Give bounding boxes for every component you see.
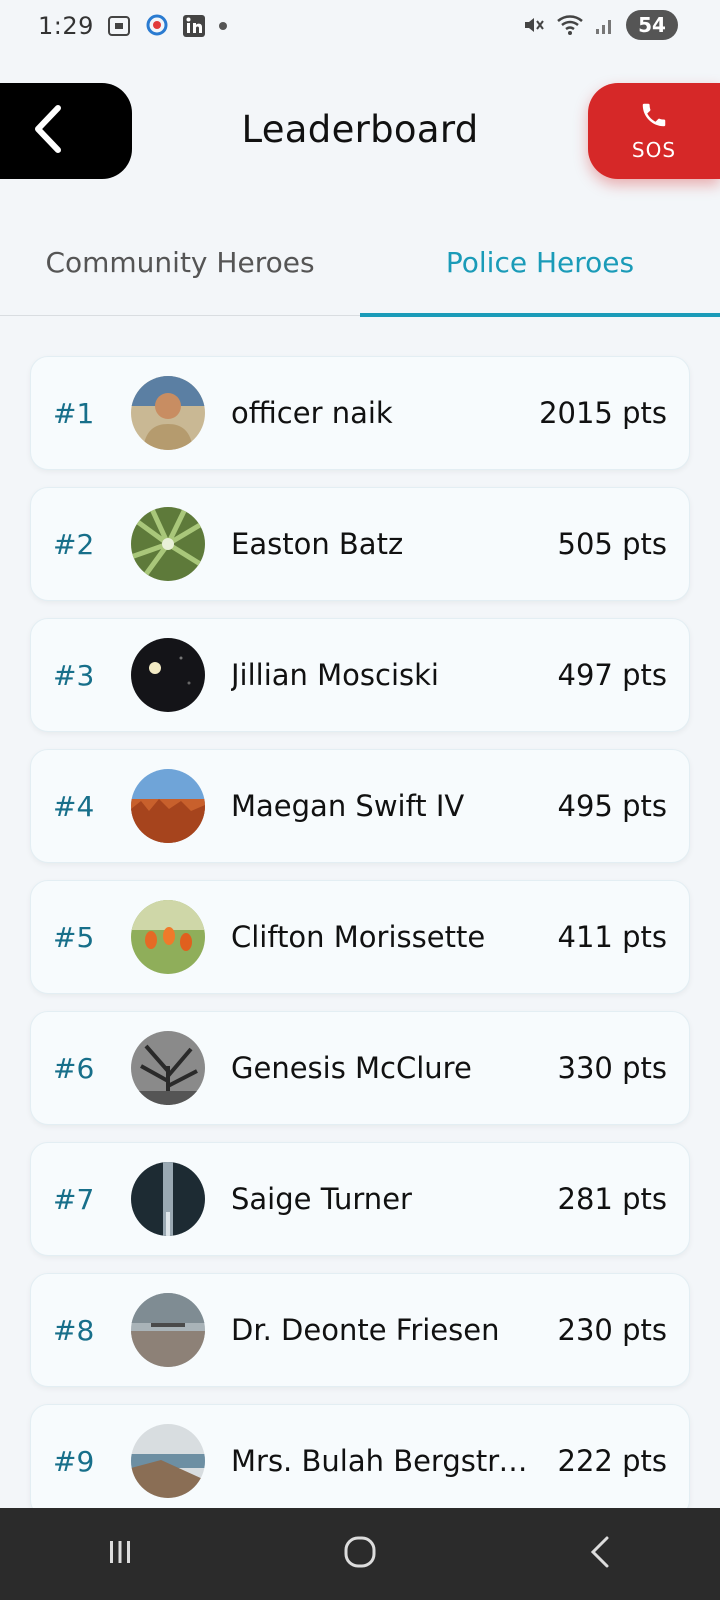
rank-label: #3 (53, 658, 95, 692)
hero-points: 230 pts (557, 1313, 667, 1347)
avatar (131, 376, 205, 450)
app-logo-icon (144, 13, 170, 39)
sos-button[interactable]: SOS (588, 83, 720, 179)
leaderboard-row[interactable]: #3 Jillian Mosciski 497 pts (30, 618, 690, 732)
hero-name: Saige Turner (231, 1182, 412, 1216)
hero-points: 281 pts (557, 1182, 667, 1216)
hero-points: 411 pts (557, 920, 667, 954)
system-nav-bar (0, 1508, 720, 1600)
hero-name: Jillian Mosciski (231, 658, 439, 692)
avatar (131, 507, 205, 581)
recent-apps-icon (105, 1537, 135, 1571)
rank-label: #5 (53, 920, 95, 954)
hero-points: 222 pts (557, 1444, 667, 1478)
hero-points: 495 pts (557, 789, 667, 823)
leaderboard-row[interactable]: #1 officer naik 2015 pts (30, 356, 690, 470)
rank-label: #6 (53, 1051, 95, 1085)
signal-icon (594, 14, 616, 36)
sos-label: SOS (631, 138, 677, 162)
hero-points: 505 pts (557, 527, 667, 561)
avatar (131, 769, 205, 843)
hero-points: 2015 pts (539, 396, 667, 430)
hero-name: Clifton Morissette (231, 920, 486, 954)
leaderboard-row[interactable]: #8 Dr. Deonte Friesen 230 pts (30, 1273, 690, 1387)
home-button[interactable] (320, 1524, 400, 1584)
wifi-icon (556, 13, 584, 37)
leaderboard-row[interactable]: #4 Maegan Swift IV 495 pts (30, 749, 690, 863)
home-icon (343, 1535, 377, 1573)
avatar (131, 900, 205, 974)
mute-icon (522, 13, 546, 37)
tab-community-heroes[interactable]: Community Heroes (0, 232, 360, 315)
rank-label: #8 (53, 1313, 95, 1347)
leaderboard-list: #1 officer naik 2015 pts #2 Easton Batz … (30, 356, 690, 1535)
avatar (131, 1293, 205, 1367)
phone-icon (639, 100, 669, 134)
rank-label: #4 (53, 789, 95, 823)
rank-label: #2 (53, 527, 95, 561)
rank-label: #9 (53, 1444, 95, 1478)
avatar (131, 638, 205, 712)
avatar (131, 1424, 205, 1498)
back-icon (587, 1535, 613, 1573)
avatar (131, 1031, 205, 1105)
nav-back-button[interactable] (560, 1524, 640, 1584)
hero-name: Easton Batz (231, 527, 404, 561)
tab-bar: Community Heroes Police Heroes (0, 232, 720, 317)
avatar (131, 1162, 205, 1236)
leaderboard-row[interactable]: #2 Easton Batz 505 pts (30, 487, 690, 601)
hero-name: Mrs. Bulah Bergstro... (231, 1444, 531, 1478)
notification-dot-icon (218, 21, 228, 31)
status-time: 1:29 (38, 12, 94, 40)
status-bar: 1:29 54 (0, 0, 720, 52)
leaderboard-row[interactable]: #6 Genesis McClure 330 pts (30, 1011, 690, 1125)
rank-label: #1 (53, 396, 95, 430)
battery-indicator: 54 (626, 10, 678, 40)
app-header: Leaderboard SOS (0, 78, 720, 179)
hero-name: officer naik (231, 396, 393, 430)
hero-name: Dr. Deonte Friesen (231, 1313, 500, 1347)
tab-police-heroes[interactable]: Police Heroes (360, 232, 720, 317)
rank-label: #7 (53, 1182, 95, 1216)
hero-name: Genesis McClure (231, 1051, 472, 1085)
linkedin-icon (182, 14, 206, 38)
leaderboard-row[interactable]: #7 Saige Turner 281 pts (30, 1142, 690, 1256)
hero-points: 497 pts (557, 658, 667, 692)
recent-apps-button[interactable] (80, 1524, 160, 1584)
hero-points: 330 pts (557, 1051, 667, 1085)
leaderboard-row[interactable]: #9 Mrs. Bulah Bergstro... 222 pts (30, 1404, 690, 1518)
hero-name: Maegan Swift IV (231, 789, 465, 823)
leaderboard-row[interactable]: #5 Clifton Morissette 411 pts (30, 880, 690, 994)
screenshot-icon (106, 14, 132, 38)
